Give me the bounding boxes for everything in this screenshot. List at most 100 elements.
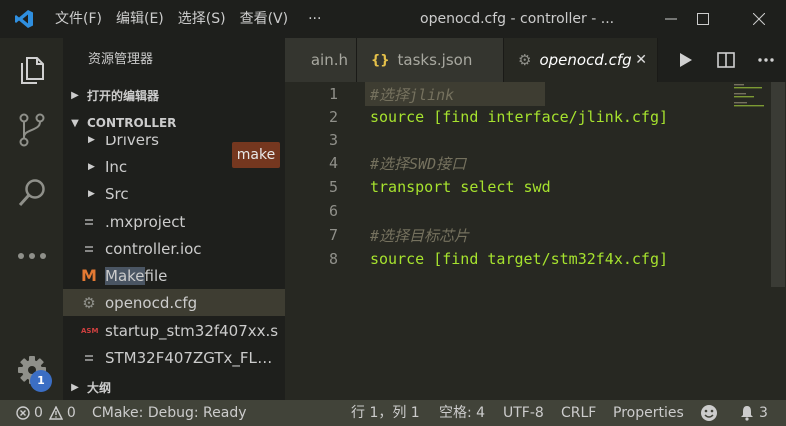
- tree-file-openocd-cfg[interactable]: ⚙ openocd.cfg: [63, 289, 285, 316]
- more-actions-button[interactable]: [746, 38, 786, 82]
- split-editor-icon: [717, 52, 735, 68]
- error-count: 0: [34, 405, 43, 421]
- minimap[interactable]: [732, 82, 770, 112]
- code-line-8[interactable]: 8 source [find target/stm32f4x.cfg]: [285, 247, 770, 271]
- code-text: #选择SWD接口: [370, 154, 467, 173]
- tree-item-label-rest: file: [144, 266, 168, 285]
- menu-file[interactable]: 文件(F): [48, 0, 109, 38]
- asm-icon: ASM: [81, 326, 99, 335]
- file-tree: ▶ Drivers ▶ Inc ▶ Src .mxproject control…: [63, 136, 285, 376]
- editor-actions: [666, 38, 786, 82]
- tree-file-controller-ioc[interactable]: controller.ioc: [63, 235, 285, 262]
- outline-label: 大纲: [87, 380, 112, 395]
- code-text: source [find target/stm32f4x.cfg]: [370, 250, 669, 268]
- split-editor-button[interactable]: [706, 38, 746, 82]
- code-line-7[interactable]: 7 #选择目标芯片: [285, 223, 770, 247]
- tree-item-label: Makefile: [105, 266, 168, 285]
- menu-selection[interactable]: 选择(S): [171, 0, 233, 38]
- files-icon: [20, 57, 44, 84]
- feedback-button[interactable]: [700, 400, 718, 426]
- json-icon: {}: [371, 52, 390, 68]
- cmake-status[interactable]: CMake: Debug: Ready: [92, 400, 247, 426]
- code-line-2[interactable]: 2 source [find interface/jlink.cfg]: [285, 105, 770, 129]
- more-views-button[interactable]: [0, 226, 63, 286]
- tab-main-h[interactable]: ain.h: [285, 38, 357, 82]
- source-control-button[interactable]: [0, 100, 63, 160]
- file-icon: [81, 240, 97, 258]
- code-text: source [find interface/jlink.cfg]: [370, 108, 669, 126]
- close-icon: [753, 13, 765, 25]
- line-number: 2: [328, 108, 338, 126]
- project-label: CONTROLLER: [87, 116, 177, 130]
- source-control-icon: [19, 113, 44, 147]
- code-line-5[interactable]: 5 transport select swd: [285, 175, 770, 199]
- tree-item-label: Inc: [105, 157, 128, 176]
- indentation[interactable]: 空格: 4: [439, 400, 485, 426]
- ellipsis-icon: [758, 58, 774, 62]
- vertical-scrollbar-thumb[interactable]: [771, 82, 785, 287]
- file-icon: [81, 213, 97, 231]
- encoding[interactable]: UTF-8: [503, 400, 544, 426]
- chevron-right-icon: ▶: [88, 161, 95, 172]
- tree-file-linker-script[interactable]: STM32F407ZGTx_FLAS...: [63, 344, 285, 371]
- line-number: 1: [328, 85, 338, 103]
- tree-item-label: openocd.cfg: [105, 293, 198, 312]
- open-editors-section[interactable]: ▶ 打开的编辑器: [63, 82, 285, 108]
- close-tab-icon[interactable]: ✕: [635, 52, 647, 68]
- outline-section[interactable]: ▶ 大纲: [63, 374, 285, 400]
- tab-label: ain.h: [310, 51, 348, 69]
- explorer-button[interactable]: [0, 40, 63, 100]
- smiley-icon: [701, 405, 717, 421]
- menu-view[interactable]: 查看(V): [233, 0, 296, 38]
- code-line-3[interactable]: 3: [285, 128, 770, 152]
- language-mode[interactable]: Properties: [613, 400, 684, 426]
- manage-button[interactable]: [0, 340, 63, 400]
- tree-file-makefile[interactable]: M Makefile: [63, 262, 285, 289]
- maximize-icon: [697, 13, 709, 25]
- search-button[interactable]: [0, 164, 63, 224]
- tree-item-label: Src: [105, 184, 129, 203]
- file-icon: [81, 349, 97, 367]
- bell-icon: [741, 406, 753, 421]
- open-editors-label: 打开的编辑器: [87, 88, 160, 103]
- tree-folder-src[interactable]: ▶ Src: [63, 180, 285, 207]
- tree-file-startup-asm[interactable]: ASM startup_stm32f407xx.s: [63, 317, 285, 344]
- explorer-sidebar: 资源管理器 ▶ 打开的编辑器 ▼ CONTROLLER ▶ Drivers ▶ …: [63, 38, 285, 400]
- line-ending[interactable]: CRLF: [561, 400, 596, 426]
- gear-icon: ⚙: [82, 293, 96, 312]
- line-number: 6: [328, 202, 338, 220]
- tab-label: tasks.json: [397, 51, 473, 69]
- window-title: openocd.cfg - controller - ...: [420, 11, 615, 27]
- warning-count: 0: [66, 405, 76, 421]
- tree-item-label: controller.ioc: [105, 239, 202, 258]
- code-line-4[interactable]: 4 #选择SWD接口: [285, 151, 770, 175]
- tab-openocd-cfg[interactable]: ⚙ openocd.cfg ✕: [504, 38, 658, 82]
- make-tooltip: make: [232, 142, 280, 168]
- cursor-position[interactable]: 行 1，列 1: [351, 400, 420, 426]
- tree-file-mxproject[interactable]: .mxproject: [63, 208, 285, 235]
- title-bar: 文件(F) 编辑(E) 选择(S) 查看(V) ··· openocd.cfg …: [0, 0, 786, 38]
- notification-count-badge: 1: [30, 370, 52, 392]
- tree-item-label: Drivers: [105, 136, 159, 149]
- tree-item-label: STM32F407ZGTx_FLAS...: [105, 348, 280, 367]
- warning-icon: [48, 406, 63, 420]
- code-line-1[interactable]: 1 #选择jlink: [285, 82, 770, 106]
- status-bar: 0 0 CMake: Debug: Ready 行 1，列 1 空格: 4 UT…: [0, 400, 786, 426]
- run-button[interactable]: [666, 38, 706, 82]
- code-editor[interactable]: 1 #选择jlink 2 source [find interface/jlin…: [285, 82, 786, 400]
- menu-more[interactable]: ···: [301, 0, 328, 38]
- tab-tasks-json[interactable]: {} tasks.json: [357, 38, 504, 82]
- close-window-button[interactable]: [736, 0, 782, 38]
- tree-item-label: startup_stm32f407xx.s: [105, 321, 279, 340]
- problems-indicator[interactable]: 0 0: [16, 400, 76, 426]
- maximize-button[interactable]: [680, 0, 726, 38]
- code-line-6[interactable]: 6: [285, 199, 770, 223]
- menu-edit[interactable]: 编辑(E): [109, 0, 171, 38]
- activity-bar: 1: [0, 38, 63, 400]
- minimize-icon: [665, 18, 677, 20]
- sidebar-title: 资源管理器: [88, 52, 154, 67]
- chevron-right-icon: ▶: [88, 188, 95, 199]
- notifications-button[interactable]: 3: [739, 400, 768, 426]
- project-section[interactable]: ▼ CONTROLLER: [63, 110, 285, 136]
- notification-count: 3: [759, 405, 768, 421]
